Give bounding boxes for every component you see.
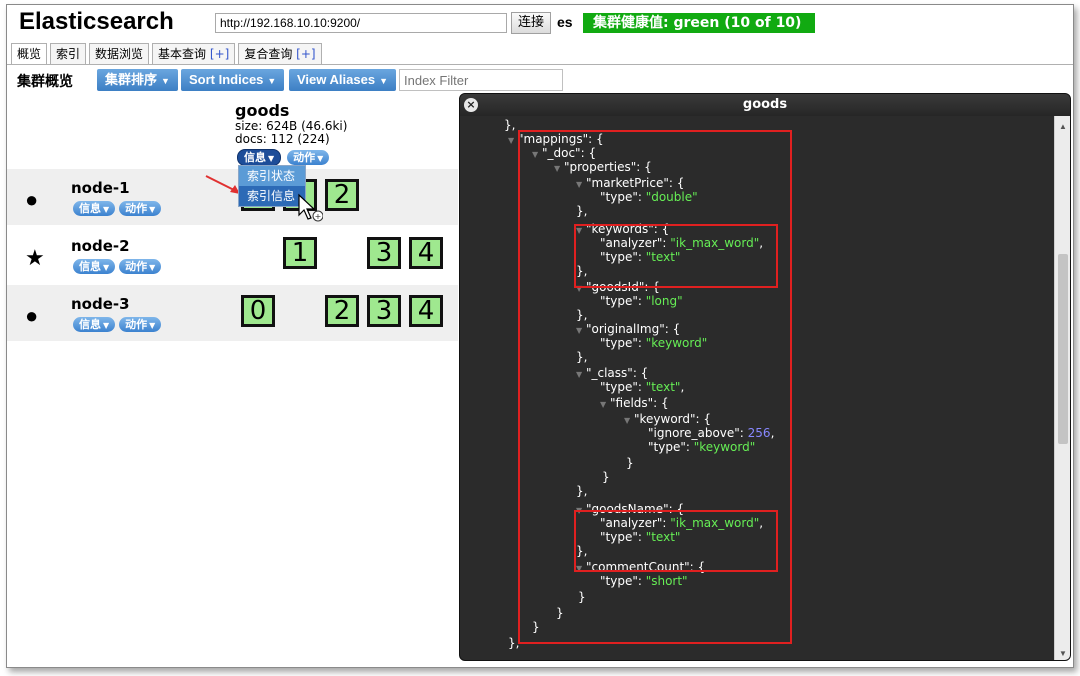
mouse-cursor-icon: + xyxy=(298,193,323,222)
shard[interactable]: 1 xyxy=(283,237,317,269)
chevron-down-icon: ▼ xyxy=(103,263,110,272)
chevron-down-icon: ▼ xyxy=(267,76,277,86)
close-icon[interactable]: × xyxy=(464,98,478,112)
chevron-down-icon: ▼ xyxy=(161,76,170,86)
node-actions: 信息 ▼ 动作 ▼ xyxy=(73,317,165,332)
keywords-highlight-box xyxy=(574,224,778,288)
node-name: node-1 xyxy=(71,179,130,197)
tab-basic-query[interactable]: 基本查询 [+] xyxy=(152,43,236,64)
shard[interactable]: 2 xyxy=(325,295,359,327)
chevron-down-icon: ▼ xyxy=(149,205,156,214)
chevron-down-icon: ▼ xyxy=(103,321,110,330)
goodsname-highlight-box xyxy=(574,510,778,572)
add-compound-query-link[interactable]: [+] xyxy=(296,47,315,61)
sort-cluster-button[interactable]: 集群排序 ▼ xyxy=(97,69,178,91)
shard[interactable]: 3 xyxy=(367,295,401,327)
app-title: Elasticsearch xyxy=(19,8,174,35)
shard[interactable]: 4 xyxy=(409,295,443,327)
scroll-thumb[interactable] xyxy=(1058,254,1068,444)
dialog-scrollbar[interactable]: ▲ ▼ xyxy=(1054,116,1070,660)
chevron-down-icon: ▼ xyxy=(149,321,156,330)
node-star-icon: ★ xyxy=(25,245,45,270)
node-info-button[interactable]: 信息 ▼ xyxy=(73,259,116,274)
index-info-dialog: × goods }, ▼ "mappings": { ▼ "_doc": { ▼… xyxy=(459,93,1071,661)
scroll-up-icon[interactable]: ▲ xyxy=(1059,122,1067,131)
tab-browser[interactable]: 数据浏览 xyxy=(89,43,150,64)
tab-overview[interactable]: 概览 xyxy=(11,43,48,65)
tab-compound-query[interactable]: 复合查询 [+] xyxy=(238,43,322,64)
node-row: ★ node-2 信息 ▼ 动作 ▼ 1 3 4 xyxy=(7,227,458,283)
node-dot-icon: ● xyxy=(25,303,39,328)
toolbar-title: 集群概览 xyxy=(17,74,73,90)
header: Elasticsearch 连接 es 集群健康值: green (10 of … xyxy=(7,5,1073,41)
chevron-down-icon: ▼ xyxy=(317,154,324,163)
sort-indices-button[interactable]: Sort Indices ▼ xyxy=(181,69,285,91)
node-action-button[interactable]: 动作 ▼ xyxy=(119,317,162,332)
view-aliases-button[interactable]: View Aliases ▼ xyxy=(289,69,396,91)
index-info-dropdown: 索引状态 索引信息 xyxy=(238,165,306,207)
main-tabs: 概览 索引 数据浏览 基本查询 [+] 复合查询 [+] xyxy=(11,43,325,65)
shard[interactable]: 0 xyxy=(241,295,275,327)
node-info-button[interactable]: 信息 ▼ xyxy=(73,201,116,216)
node-info-button[interactable]: 信息 ▼ xyxy=(73,317,116,332)
dialog-title-bar: × goods xyxy=(460,94,1070,116)
node-actions: 信息 ▼ 动作 ▼ xyxy=(73,201,165,216)
shard[interactable]: 4 xyxy=(409,237,443,269)
svg-text:+: + xyxy=(315,212,322,221)
node-name: node-3 xyxy=(71,295,130,313)
connect-button[interactable]: 连接 xyxy=(511,12,552,34)
shard[interactable]: 3 xyxy=(367,237,401,269)
master-node-icon: ● xyxy=(25,187,39,212)
index-filter-input[interactable] xyxy=(399,69,563,91)
chevron-down-icon: ▼ xyxy=(379,76,388,86)
index-actions: 信息 ▼ 动作 ▼ xyxy=(237,149,335,166)
cluster-health-badge: 集群健康值: green (10 of 10) xyxy=(583,13,815,33)
shard[interactable]: 2 xyxy=(325,179,359,211)
index-docs: docs: 112 (224) xyxy=(235,132,330,146)
chevron-down-icon: ▼ xyxy=(149,263,156,272)
node-actions: 信息 ▼ 动作 ▼ xyxy=(73,259,165,274)
index-header: goods size: 624B (46.6ki) docs: 112 (224… xyxy=(235,101,347,146)
node-name: node-2 xyxy=(71,237,130,255)
app-window: Elasticsearch 连接 es 集群健康值: green (10 of … xyxy=(6,4,1074,668)
menu-item-index-status[interactable]: 索引状态 xyxy=(239,166,305,186)
index-action-button[interactable]: 动作 ▼ xyxy=(287,150,330,165)
dialog-title: goods xyxy=(742,97,788,112)
add-basic-query-link[interactable]: [+] xyxy=(210,47,229,61)
url-input[interactable] xyxy=(215,13,507,33)
index-name: goods xyxy=(235,101,290,120)
node-action-button[interactable]: 动作 ▼ xyxy=(119,259,162,274)
index-info-button[interactable]: 信息 ▼ xyxy=(237,149,282,166)
menu-item-index-info[interactable]: 索引信息 xyxy=(239,186,305,206)
node-row: ● node-3 信息 ▼ 动作 ▼ 0 2 3 4 xyxy=(7,285,458,341)
tab-indices[interactable]: 索引 xyxy=(50,43,87,64)
chevron-down-icon: ▼ xyxy=(103,205,110,214)
scroll-down-icon[interactable]: ▼ xyxy=(1059,649,1067,658)
chevron-down-icon: ▼ xyxy=(268,154,275,163)
json-viewer: }, ▼ "mappings": { ▼ "_doc": { ▼ "proper… xyxy=(460,116,1054,660)
node-action-button[interactable]: 动作 ▼ xyxy=(119,201,162,216)
cluster-name: es xyxy=(557,14,573,30)
json-line: }, xyxy=(504,118,516,132)
toolbar: 集群概览 集群排序 ▼ Sort Indices ▼ View Aliases ▼ xyxy=(7,65,1073,95)
